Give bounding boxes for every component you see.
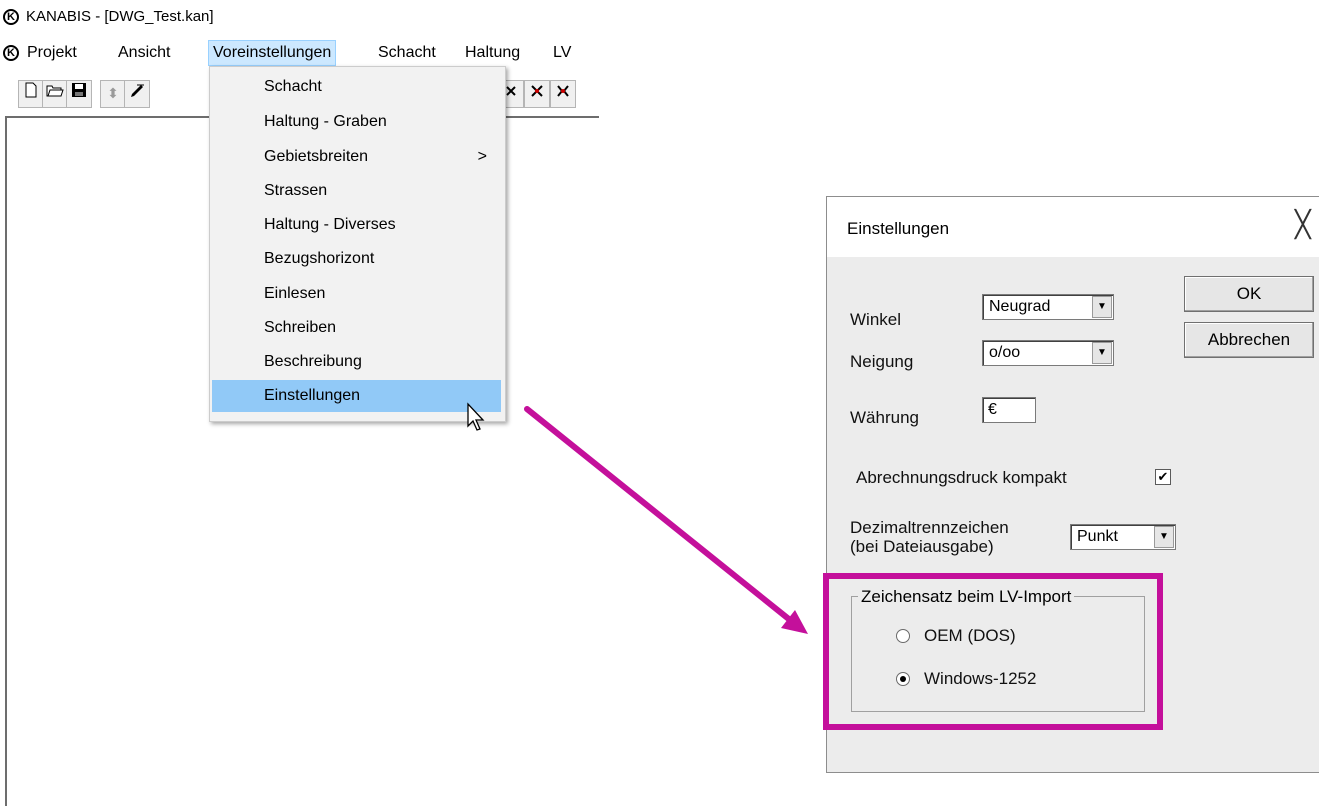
winkel-select[interactable]: Neugrad ▼ [982, 294, 1114, 320]
chevron-down-icon[interactable]: ▼ [1092, 342, 1112, 364]
neigung-label: Neigung [850, 352, 914, 371]
dezimal-value: Punkt [1077, 528, 1118, 545]
new-file-icon[interactable] [18, 80, 44, 108]
menu-item-schacht[interactable]: Schacht [212, 71, 501, 103]
pen-icon[interactable] [124, 80, 150, 108]
node-cross-icon[interactable] [524, 80, 550, 108]
winkel-label: Winkel [850, 310, 902, 329]
annotation-highlight-box [823, 573, 1163, 730]
dezimal-label-line1: Dezimaltrennzeichen [850, 518, 1009, 537]
open-folder-icon[interactable] [42, 80, 68, 108]
dialog-title: Einstellungen [847, 219, 950, 238]
dezimal-label-line2: (bei Dateiausgabe) [850, 537, 994, 556]
menu-schacht[interactable]: Schacht [374, 40, 440, 66]
abrechnungsdruck-checkbox[interactable]: ✔ [1155, 469, 1171, 485]
voreinstellungen-dropdown: Schacht Haltung - Graben Gebietsbreiten >… [209, 66, 506, 422]
submenu-arrow-icon: > [477, 148, 487, 165]
system-menu-icon[interactable]: K [3, 45, 19, 61]
save-disk-icon[interactable] [66, 80, 92, 108]
menu-item-einlesen[interactable]: Einlesen [212, 278, 501, 310]
menu-haltung[interactable]: Haltung [461, 40, 524, 66]
waehrung-label: Währung [850, 408, 919, 427]
abrechnungsdruck-label: Abrechnungsdruck kompakt [856, 468, 1067, 487]
waehrung-input[interactable]: € [982, 397, 1036, 423]
chevron-down-icon[interactable]: ▼ [1092, 296, 1112, 318]
close-icon[interactable]: ╳ [1295, 209, 1311, 240]
move-updown-icon[interactable]: ⬍ [100, 80, 126, 108]
window-title: KANABIS - [DWG_Test.kan] [26, 8, 214, 25]
kanabis-logo-icon: K [3, 9, 19, 25]
menu-projekt[interactable]: Projekt [23, 40, 81, 66]
mouse-cursor-icon [467, 402, 485, 431]
dialog-title-bar: Einstellungen ╳ [827, 197, 1319, 257]
menu-item-haltung-diverses[interactable]: Haltung - Diverses [212, 209, 501, 241]
menu-bar: K Projekt Ansicht Voreinstellungen Schac… [0, 36, 600, 70]
menu-item-haltung-graben[interactable]: Haltung - Graben [212, 106, 501, 138]
title-bar: K KANABIS - [DWG_Test.kan] [0, 0, 640, 34]
menu-voreinstellungen[interactable]: Voreinstellungen [208, 40, 337, 66]
menu-item-beschreibung[interactable]: Beschreibung [212, 346, 501, 378]
menu-lv[interactable]: LV [549, 40, 575, 66]
menu-item-schreiben[interactable]: Schreiben [212, 312, 501, 344]
menu-item-einstellungen[interactable]: Einstellungen [212, 380, 501, 412]
winkel-value: Neugrad [989, 298, 1051, 315]
chevron-down-icon[interactable]: ▼ [1154, 526, 1174, 548]
menu-ansicht[interactable]: Ansicht [114, 40, 174, 66]
neigung-select[interactable]: o/oo ▼ [982, 340, 1114, 366]
menu-item-bezugshorizont[interactable]: Bezugshorizont [212, 243, 501, 275]
ok-button[interactable]: OK [1184, 276, 1314, 312]
cancel-button[interactable]: Abbrechen [1184, 322, 1314, 358]
menu-item-strassen[interactable]: Strassen [212, 175, 501, 207]
node-link-icon[interactable] [550, 80, 576, 108]
dezimal-select[interactable]: Punkt ▼ [1070, 524, 1176, 550]
menu-item-gebietsbreiten[interactable]: Gebietsbreiten > [212, 141, 501, 173]
neigung-value: o/oo [989, 344, 1021, 361]
